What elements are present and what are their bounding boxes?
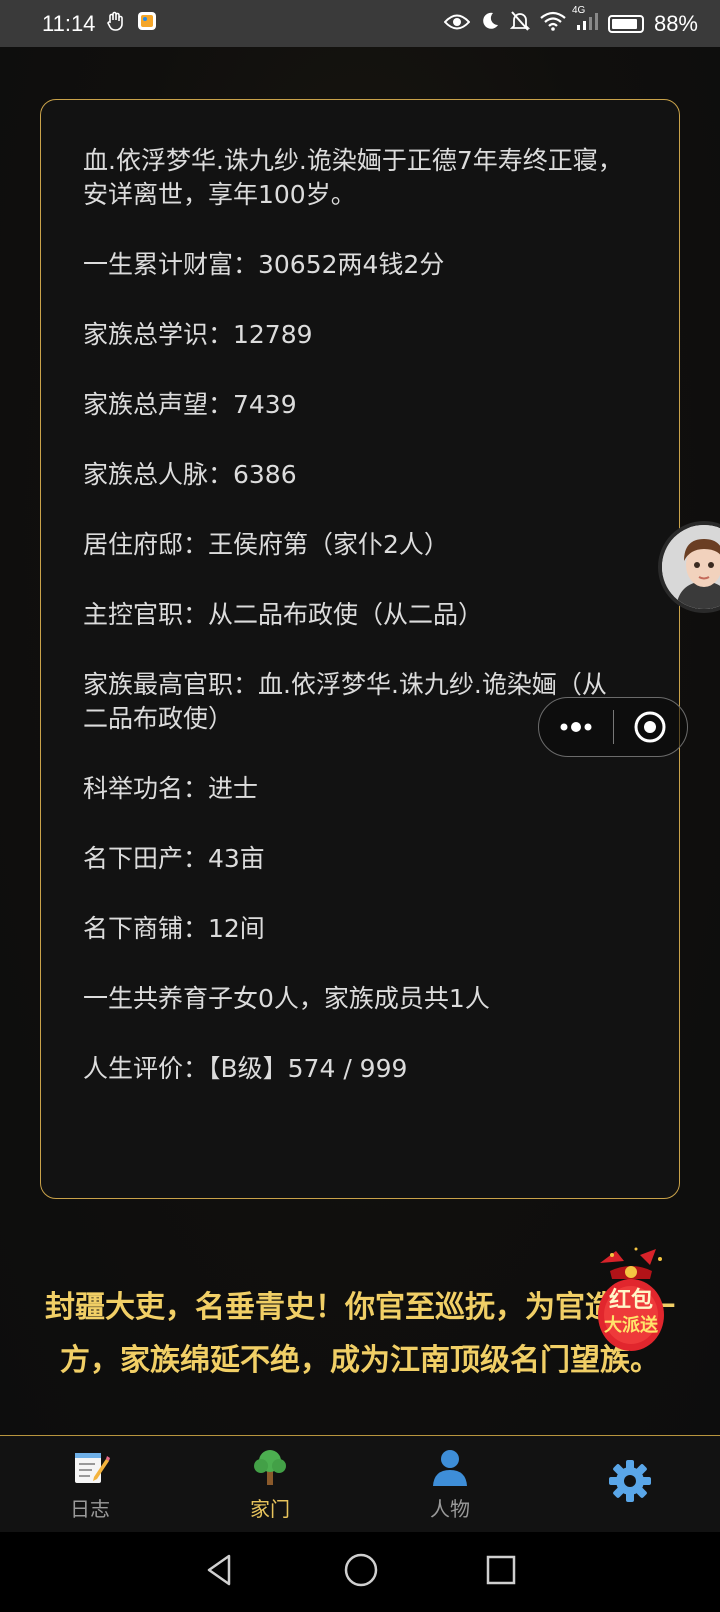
recents-icon[interactable] <box>485 1554 517 1590</box>
bottom-tab-bar: 日志 家门 人物 <box>0 1435 720 1532</box>
home-icon[interactable] <box>343 1552 379 1592</box>
tab-family[interactable]: 家门 <box>180 1436 360 1532</box>
life-summary-card: 血.依浮梦华.诛九纱.诡染婳于正德7年寿终正寝，安详离世，享年100岁。 一生累… <box>40 99 680 1199</box>
close-miniprogram-button[interactable] <box>614 698 688 756</box>
summary-children: 一生共养育子女0人，家族成员共1人 <box>83 984 490 1013</box>
wifi-icon <box>540 11 566 37</box>
page-background: 血.依浮梦华.诛九纱.诡染婳于正德7年寿终正寝，安详离世，享年100岁。 一生累… <box>0 47 720 1435</box>
summary-main-office: 主控官职：从二品布政使（从二品） <box>83 600 484 629</box>
status-bar: 11:14 4G 88% <box>0 0 720 47</box>
summary-knowledge: 家族总学识：12789 <box>83 320 313 349</box>
target-close-icon <box>634 711 666 743</box>
summary-lines: 血.依浮梦华.诛九纱.诡染婳于正德7年寿终正寝，安详离世，享年100岁。 一生累… <box>83 144 623 1122</box>
gear-icon <box>609 1460 651 1502</box>
summary-residence: 居住府邸：王侯府第（家仆2人） <box>83 530 449 559</box>
summary-death-line: 血.依浮梦华.诛九纱.诡染婳于正德7年寿终正寝，安详离世，享年100岁。 <box>83 146 623 209</box>
bell-off-icon <box>509 10 531 38</box>
tab-label-people: 人物 <box>430 1496 470 1521</box>
back-icon[interactable] <box>203 1553 237 1591</box>
battery-percent: 88% <box>653 10 698 36</box>
summary-farmland: 名下田产：43亩 <box>83 844 265 873</box>
tab-log[interactable]: 日志 <box>0 1436 180 1532</box>
network-type: 4G <box>571 4 586 16</box>
red-packet-text-1: 红包 <box>608 1288 653 1313</box>
tab-people[interactable]: 人物 <box>360 1436 540 1532</box>
system-nav-bar <box>0 1532 720 1612</box>
eye-icon <box>443 11 471 37</box>
tab-label-family: 家门 <box>250 1496 290 1521</box>
summary-shops: 名下商铺：12间 <box>83 914 265 943</box>
memo-icon <box>75 1452 110 1483</box>
clock: 11:14 <box>42 10 96 36</box>
tab-label-log: 日志 <box>70 1496 110 1521</box>
red-packet-text-2: 大派送 <box>604 1315 658 1336</box>
summary-prestige: 家族总声望：7439 <box>83 390 297 419</box>
moon-icon <box>480 11 500 37</box>
gallery-app-icon <box>137 11 157 37</box>
summary-rating: 人生评价：【B级】574 / 999 <box>83 1054 408 1083</box>
red-packet-promo[interactable]: 红包 大派送 <box>590 1245 672 1357</box>
hand-icon <box>105 10 127 38</box>
more-dots-icon <box>560 722 592 732</box>
more-menu-button[interactable] <box>539 698 613 756</box>
signal-icon: 4G <box>572 5 598 37</box>
summary-wealth: 一生累计财富：30652两4钱2分 <box>83 250 445 279</box>
summary-exam-title: 科举功名：进士 <box>83 774 259 803</box>
tree-icon <box>254 1449 286 1485</box>
summary-connections: 家族总人脉：6386 <box>83 460 297 489</box>
miniprogram-capsule <box>538 697 688 757</box>
battery-icon <box>607 14 644 33</box>
tab-settings[interactable] <box>540 1436 720 1532</box>
person-icon <box>433 1449 467 1486</box>
